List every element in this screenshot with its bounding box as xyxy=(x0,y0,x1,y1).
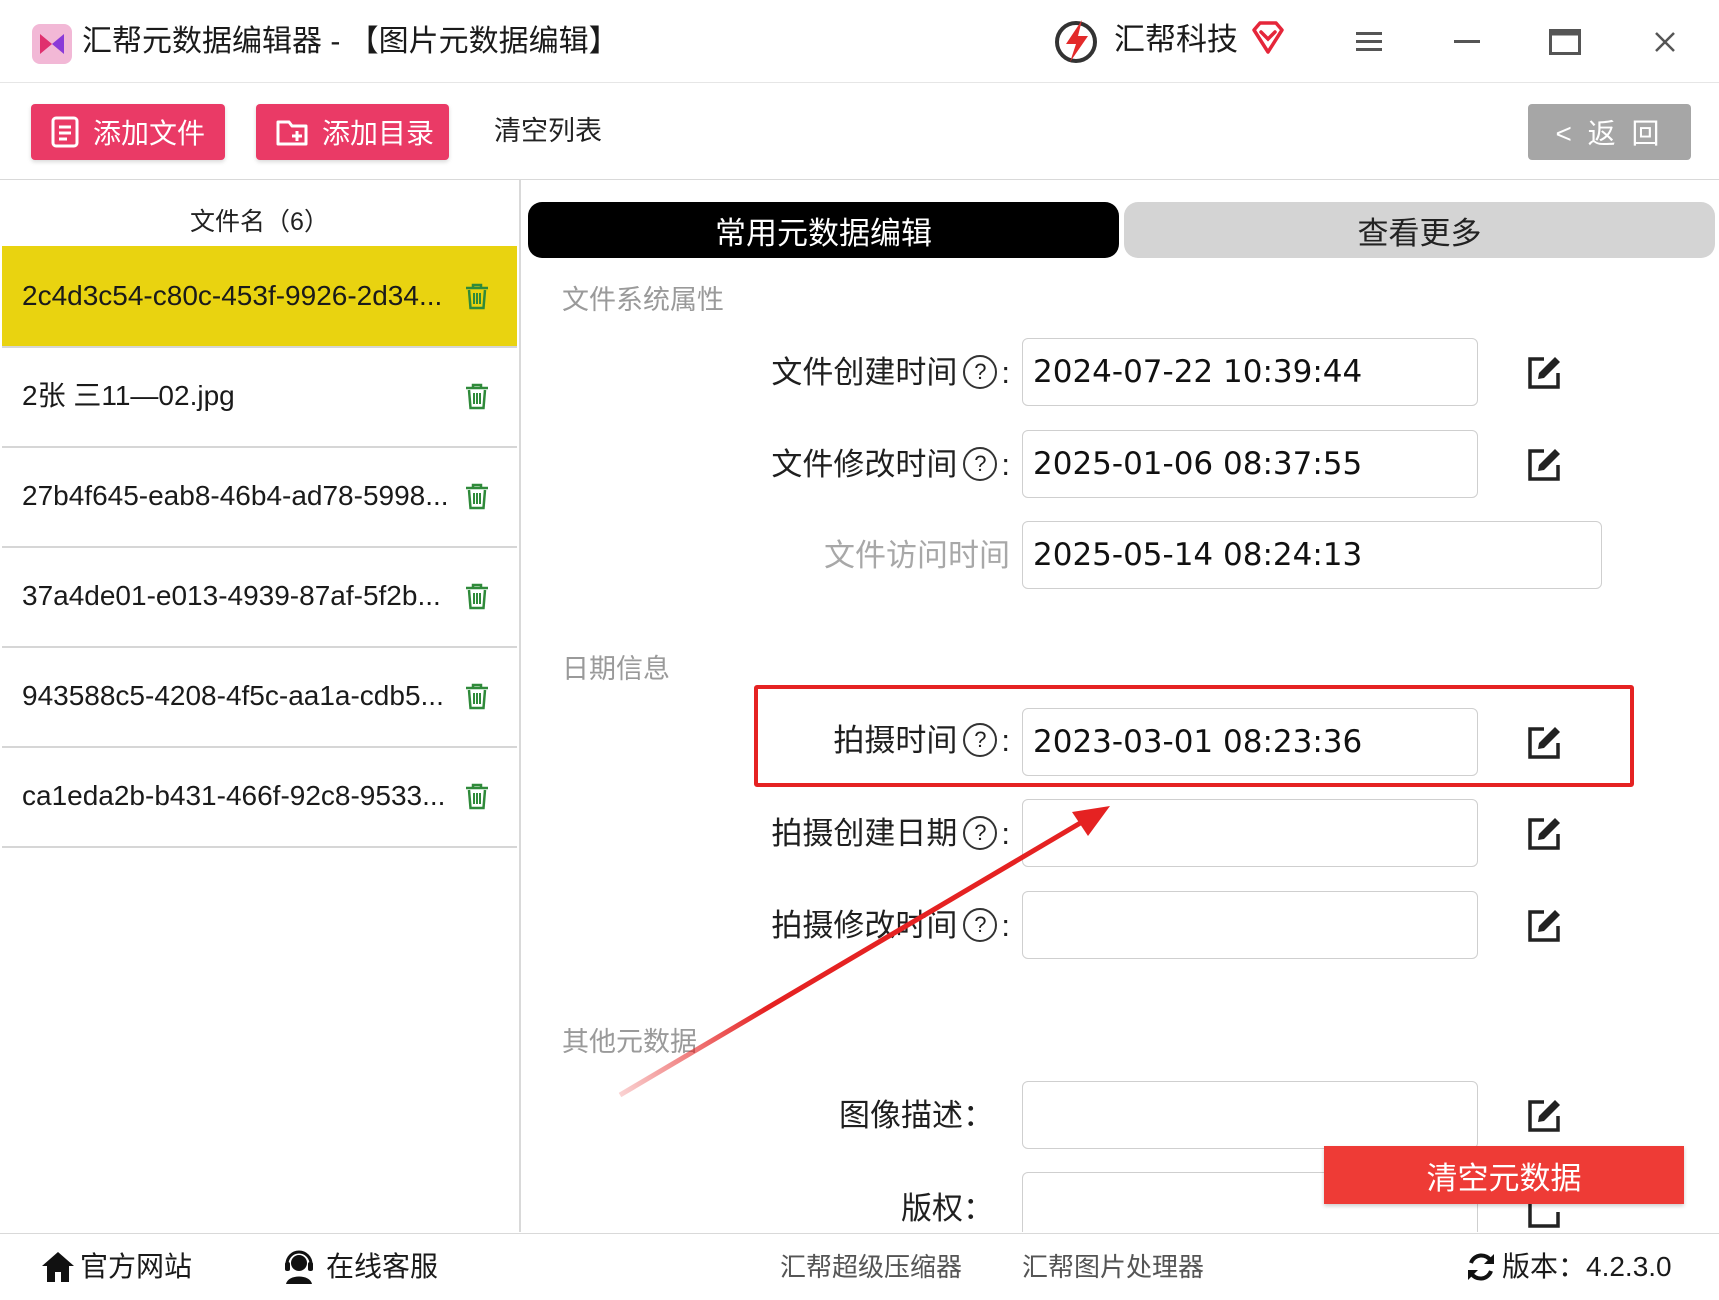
edit-icon[interactable] xyxy=(1524,353,1564,393)
image-description-input[interactable] xyxy=(1022,1081,1478,1149)
folder-add-icon xyxy=(276,120,308,146)
minimize-icon[interactable] xyxy=(1440,20,1494,64)
file-name: 2c4d3c54-c80c-453f-9926-2d34... xyxy=(22,280,443,311)
file-name: 943588c5-4208-4f5c-aa1a-cdb5... xyxy=(22,680,444,711)
brand-name: 汇帮科技 xyxy=(1114,22,1238,57)
online-support-label: 在线客服 xyxy=(326,1251,439,1282)
field-label-file-modified: 文件修改时间?: xyxy=(771,446,1010,482)
file-list-item[interactable]: 2c4d3c54-c80c-453f-9926-2d34... xyxy=(2,246,517,348)
window-title: 汇帮元数据编辑器 - 【图片元数据编辑】 xyxy=(82,25,619,58)
tab-view-more[interactable]: 查看更多 xyxy=(1124,202,1715,258)
file-modified-input[interactable]: 2025-01-06 08:37:55 xyxy=(1022,430,1478,498)
toolbar: 添加文件 添加目录 清空列表 < 返 回 xyxy=(0,83,1719,180)
file-name: 2张 三11—02.jpg xyxy=(22,380,235,411)
clear-metadata-button[interactable]: 清空元数据 xyxy=(1324,1146,1684,1204)
shot-modify-time-input[interactable] xyxy=(1022,891,1478,959)
version-label: 版本：4.2.3.0 xyxy=(1502,1251,1672,1282)
edit-icon[interactable] xyxy=(1524,1096,1564,1136)
file-list-item[interactable]: 27b4f645-eab8-46b4-ad78-5998... xyxy=(2,446,517,548)
file-list-item[interactable]: 37a4de01-e013-4939-87af-5f2b... xyxy=(2,546,517,648)
image-processor-link[interactable]: 汇帮图片处理器 xyxy=(1022,1244,1204,1290)
refresh-icon xyxy=(1468,1253,1494,1281)
vip-diamond-icon[interactable] xyxy=(1250,20,1286,56)
field-label-file-accessed: 文件访问时间 xyxy=(824,538,1010,573)
footer-bar: 官方网站 在线客服 汇帮超级压缩器 汇帮图片处理器 版本：4.2.3.0 xyxy=(0,1233,1719,1300)
help-icon[interactable]: ? xyxy=(963,354,998,389)
edit-icon[interactable] xyxy=(1524,906,1564,946)
close-icon[interactable] xyxy=(1638,20,1692,64)
clear-list-button[interactable]: 清空列表 xyxy=(494,105,602,157)
file-list-item[interactable]: ca1eda2b-b431-466f-92c8-9533... xyxy=(2,746,517,848)
trash-icon[interactable] xyxy=(464,782,490,810)
trash-icon[interactable] xyxy=(464,582,490,610)
file-list-panel: 文件名（6） 2c4d3c54-c80c-453f-9926-2d34... 2张… xyxy=(0,180,521,1232)
file-list-header: 文件名（6） xyxy=(190,208,329,236)
edit-icon[interactable] xyxy=(1524,814,1564,854)
file-accessed-input: 2025-05-14 08:24:13 xyxy=(1022,521,1602,589)
menu-icon[interactable] xyxy=(1342,20,1396,64)
file-name: 37a4de01-e013-4939-87af-5f2b... xyxy=(22,580,441,611)
edit-icon[interactable] xyxy=(1524,445,1564,485)
online-support-link[interactable]: 在线客服 xyxy=(282,1244,438,1290)
file-name: ca1eda2b-b431-466f-92c8-9533... xyxy=(22,780,446,811)
trash-icon[interactable] xyxy=(464,482,490,510)
field-label-image-description: 图像描述： xyxy=(839,1098,994,1133)
help-icon[interactable]: ? xyxy=(963,815,998,850)
file-created-input[interactable]: 2024-07-22 10:39:44 xyxy=(1022,338,1478,406)
highlight-box xyxy=(754,685,1634,787)
file-name: 27b4f645-eab8-46b4-ad78-5998... xyxy=(22,480,449,511)
shot-create-date-input[interactable] xyxy=(1022,799,1478,867)
brand-logo-icon xyxy=(1055,20,1097,63)
help-icon[interactable]: ? xyxy=(963,907,998,942)
add-file-label: 添加文件 xyxy=(93,118,206,149)
section-title-other-metadata: 其他元数据 xyxy=(562,1027,697,1057)
trash-icon[interactable] xyxy=(464,382,490,410)
official-website-link[interactable]: 官方网站 xyxy=(40,1244,192,1290)
file-list-item[interactable]: 943588c5-4208-4f5c-aa1a-cdb5... xyxy=(2,646,517,748)
maximize-icon[interactable] xyxy=(1538,20,1592,64)
file-list-item[interactable]: 2张 三11—02.jpg xyxy=(2,346,517,448)
back-button[interactable]: < 返 回 xyxy=(1528,104,1691,160)
app-logo-icon xyxy=(32,24,72,64)
add-directory-button[interactable]: 添加目录 xyxy=(256,104,449,160)
title-bar: 汇帮元数据编辑器 - 【图片元数据编辑】 汇帮科技 xyxy=(0,0,1719,83)
field-label-shot-modify-time: 拍摄修改时间?: xyxy=(771,907,1010,943)
section-title-filesystem: 文件系统属性 xyxy=(562,285,724,315)
headset-icon xyxy=(285,1250,313,1284)
field-label-shot-create-date: 拍摄创建日期?: xyxy=(771,815,1010,851)
section-title-date-info: 日期信息 xyxy=(562,654,670,684)
field-label-file-created: 文件创建时间?: xyxy=(771,354,1010,390)
field-label-copyright: 版权： xyxy=(901,1191,994,1226)
home-icon xyxy=(42,1252,74,1282)
compressor-link[interactable]: 汇帮超级压缩器 xyxy=(780,1244,962,1290)
add-file-button[interactable]: 添加文件 xyxy=(31,104,225,160)
trash-icon[interactable] xyxy=(464,282,490,310)
file-list-icon xyxy=(51,116,79,148)
add-directory-label: 添加目录 xyxy=(322,118,435,149)
version-info[interactable]: 版本：4.2.3.0 xyxy=(1464,1244,1672,1290)
trash-icon[interactable] xyxy=(464,682,490,710)
official-website-label: 官方网站 xyxy=(80,1251,193,1282)
help-icon[interactable]: ? xyxy=(963,446,998,481)
tab-common-metadata[interactable]: 常用元数据编辑 xyxy=(528,202,1119,258)
